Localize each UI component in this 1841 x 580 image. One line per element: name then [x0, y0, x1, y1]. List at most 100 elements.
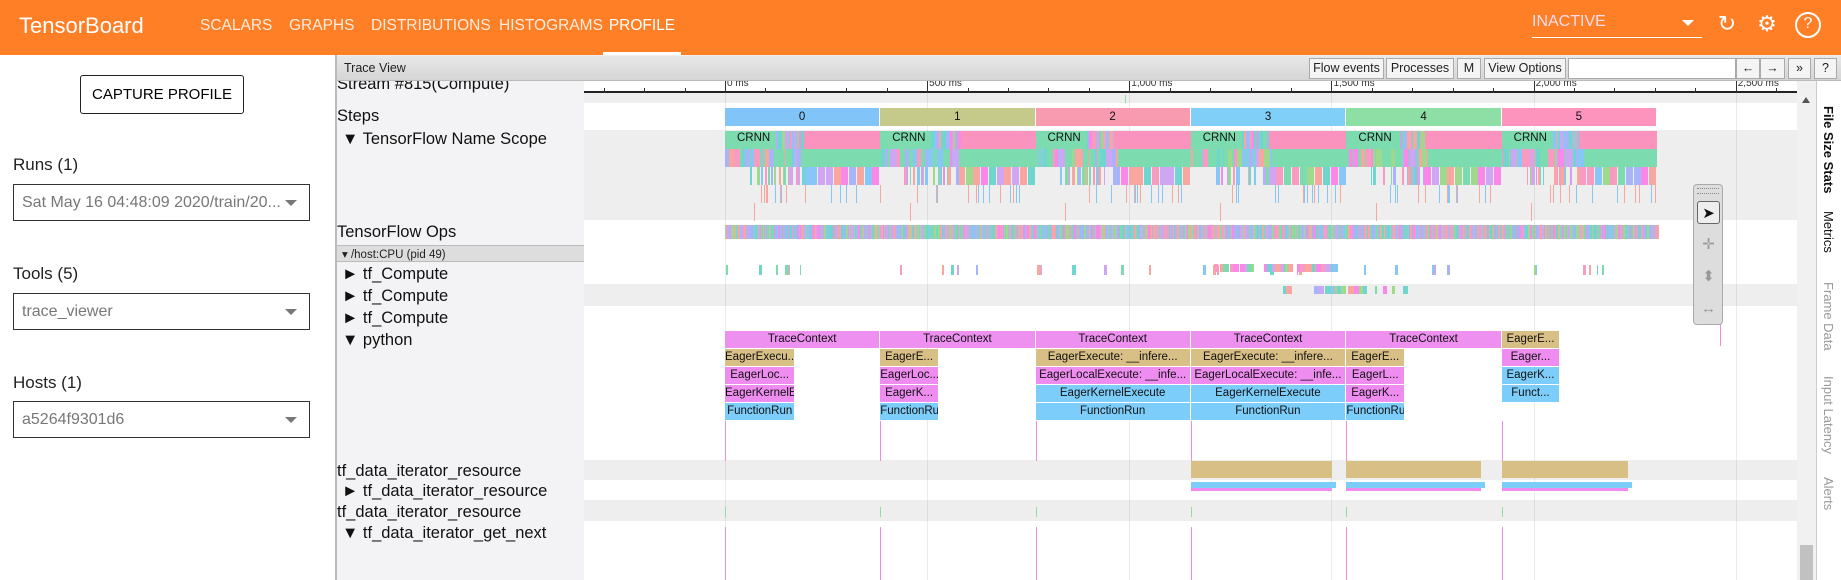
name-scope-slice[interactable]	[936, 131, 940, 149]
name-scope-slice[interactable]	[766, 185, 768, 203]
name-scope-slice[interactable]	[1557, 149, 1564, 167]
compute-event[interactable]	[1354, 286, 1360, 294]
python-event[interactable]: TraceContext	[1190, 331, 1346, 348]
name-scope-slice[interactable]	[1291, 167, 1299, 185]
compute-event[interactable]	[1583, 265, 1586, 275]
name-scope-slice[interactable]	[999, 185, 1001, 203]
compute-event[interactable]	[725, 265, 728, 275]
name-scope-slice[interactable]	[845, 185, 847, 203]
python-event[interactable]: Eager...	[1501, 349, 1560, 366]
ruler-label[interactable]: 1,500 ms	[1333, 81, 1393, 90]
name-scope-slice[interactable]	[1577, 167, 1580, 185]
name-scope-slice[interactable]	[754, 149, 761, 167]
compute-event[interactable]	[1536, 265, 1538, 275]
name-scope-slice[interactable]	[1602, 167, 1610, 185]
name-scope-slice[interactable]	[1556, 149, 1558, 167]
name-scope-block[interactable]	[1113, 131, 1191, 149]
name-scope-slice[interactable]	[1373, 167, 1377, 185]
name-scope-slice[interactable]	[925, 167, 929, 185]
name-scope-slice[interactable]	[833, 167, 841, 185]
compute-event[interactable]	[1374, 286, 1378, 294]
compute-event[interactable]	[1264, 264, 1268, 272]
name-scope-slice[interactable]	[957, 167, 965, 185]
name-scope-slice[interactable]	[1382, 149, 1387, 167]
name-scope-slice[interactable]	[1413, 167, 1417, 185]
name-scope-slice[interactable]	[1092, 131, 1095, 149]
name-scope-slice[interactable]	[1137, 185, 1139, 203]
python-event[interactable]: FunctionRun	[1346, 403, 1405, 420]
name-scope-slice[interactable]	[1439, 167, 1447, 185]
name-scope-slice[interactable]	[1065, 203, 1066, 221]
step-block[interactable]: 0	[725, 108, 880, 126]
name-scope-slice[interactable]	[1175, 167, 1183, 185]
name-scope-slice[interactable]	[1094, 149, 1096, 167]
name-scope-slice[interactable]	[1231, 149, 1234, 167]
tab-histograms[interactable]: HISTOGRAMS	[499, 17, 603, 35]
compute-event[interactable]	[956, 265, 960, 275]
compute-event[interactable]	[1072, 265, 1076, 275]
name-scope-slice[interactable]	[904, 167, 908, 185]
name-scope-slice[interactable]	[910, 167, 912, 185]
compute-event[interactable]	[1589, 265, 1592, 275]
name-scope-slice[interactable]	[742, 149, 745, 167]
name-scope-slice[interactable]	[1594, 167, 1602, 185]
find-previous-button[interactable]: ←	[1736, 58, 1760, 79]
processes-button[interactable]: Processes	[1386, 58, 1454, 79]
name-scope-slice[interactable]	[1557, 131, 1561, 149]
name-scope-slice[interactable]	[1560, 167, 1564, 185]
name-scope-slice[interactable]	[1318, 185, 1320, 203]
name-scope-slice[interactable]	[1419, 149, 1422, 167]
step-block[interactable]: 1	[880, 108, 1035, 126]
name-scope-slice[interactable]	[1268, 167, 1276, 185]
name-scope-slice[interactable]	[1217, 167, 1221, 185]
name-scope-block[interactable]	[1268, 131, 1347, 149]
name-scope-slice[interactable]	[778, 149, 785, 167]
name-scope-slice[interactable]	[901, 149, 904, 167]
track-compute-1[interactable]: ► tf_Compute	[342, 265, 448, 284]
name-scope-slice[interactable]	[1284, 167, 1292, 185]
name-scope-slice[interactable]	[905, 149, 910, 167]
name-scope-slice[interactable]	[1096, 185, 1098, 203]
compute-event[interactable]	[976, 265, 978, 275]
name-scope-slice[interactable]	[1095, 167, 1098, 185]
name-scope-slice[interactable]	[1128, 167, 1136, 185]
name-scope-slice[interactable]	[761, 167, 763, 185]
name-scope-slice[interactable]	[1323, 167, 1331, 185]
name-scope-slice[interactable]	[1423, 167, 1425, 185]
name-scope-block[interactable]: CRNN	[1346, 131, 1398, 149]
name-scope-slice[interactable]	[1159, 167, 1167, 185]
compute-event[interactable]	[1232, 264, 1239, 272]
name-scope-slice[interactable]	[1478, 167, 1486, 185]
side-tab-frame-data[interactable]: Frame Data	[1821, 282, 1836, 351]
python-event[interactable]: FunctionRun	[1190, 403, 1345, 420]
name-scope-slice[interactable]	[1253, 167, 1257, 185]
name-scope-slice[interactable]	[1395, 185, 1397, 203]
name-scope-slice[interactable]	[1410, 131, 1412, 149]
name-scope-slice[interactable]	[889, 149, 897, 167]
name-scope-slice[interactable]	[1250, 167, 1252, 185]
compute-event[interactable]	[1602, 265, 1605, 275]
name-scope-slice[interactable]	[785, 131, 789, 149]
name-scope-slice[interactable]	[1264, 149, 1270, 167]
name-scope-slice[interactable]	[1410, 149, 1412, 167]
name-scope-slice[interactable]	[1587, 167, 1595, 185]
data-iterator-block[interactable]	[1346, 461, 1482, 478]
name-scope-slice[interactable]	[1573, 149, 1577, 167]
name-scope-slice[interactable]	[805, 185, 807, 203]
name-scope-slice[interactable]	[1383, 167, 1386, 185]
name-scope-slice[interactable]	[1197, 149, 1199, 167]
name-scope-slice[interactable]	[1191, 149, 1194, 167]
name-scope-slice[interactable]	[1502, 149, 1505, 167]
name-scope-slice[interactable]	[1610, 167, 1618, 185]
name-scope-slice[interactable]	[774, 167, 776, 185]
name-scope-slice[interactable]	[879, 185, 881, 203]
help-icon[interactable]: ?	[1795, 12, 1821, 38]
name-scope-block[interactable]: CRNN	[1501, 131, 1553, 149]
compute-event[interactable]	[1392, 286, 1395, 294]
compute-event[interactable]	[1247, 264, 1252, 272]
name-scope-slice[interactable]	[1340, 185, 1342, 203]
ruler-label[interactable]: 2,000 ms	[1536, 81, 1596, 90]
name-scope-slice[interactable]	[1202, 149, 1207, 167]
compute-event[interactable]	[1358, 286, 1363, 294]
name-scope-slice[interactable]	[1065, 167, 1067, 185]
